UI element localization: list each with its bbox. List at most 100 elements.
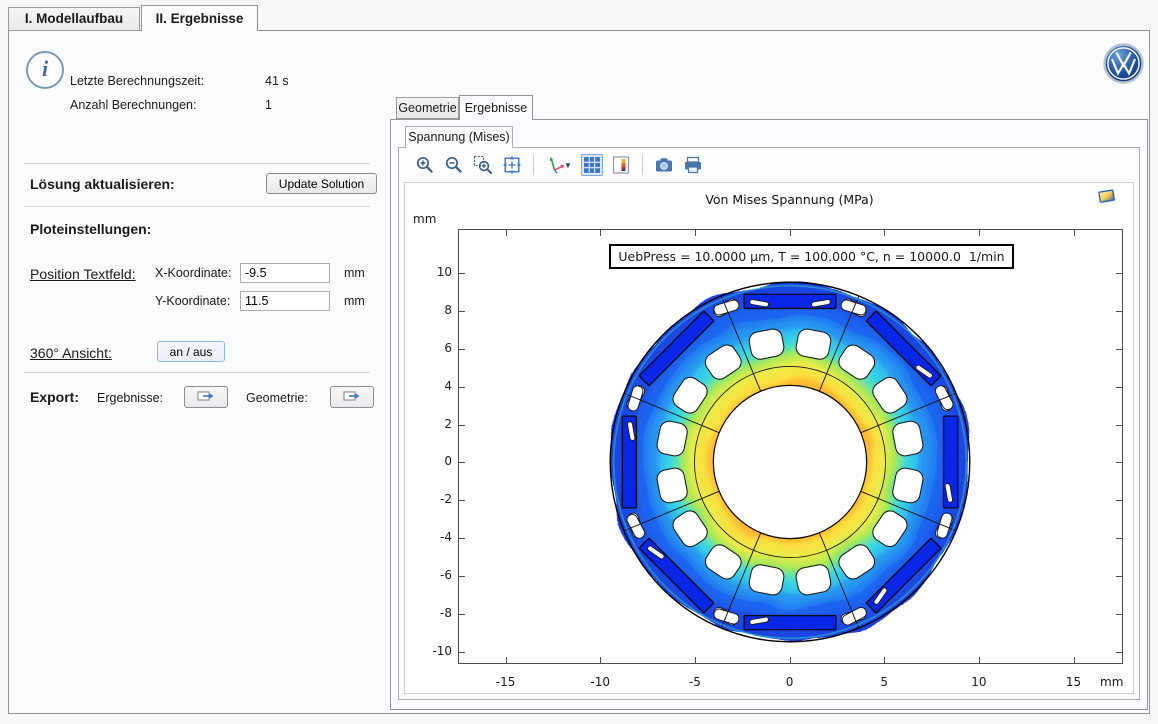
y-coordinate-input[interactable] — [240, 291, 330, 311]
view-360-label: 360° Ansicht: — [30, 345, 112, 361]
plot-toolbar: ▼ — [406, 151, 704, 179]
view-360-toggle-button[interactable]: an / aus — [157, 341, 225, 362]
x-coordinate-input[interactable] — [240, 263, 330, 283]
last-computation-time-label: Letzte Berechnungszeit: — [70, 74, 204, 88]
export-results-label: Ergebnisse: — [97, 391, 163, 405]
vw-logo — [1103, 43, 1144, 84]
x-tick-label: -5 — [680, 675, 710, 689]
export-icon — [343, 389, 361, 403]
textfield-position-label: Position Textfeld: — [30, 266, 136, 282]
y-tick-label: 0 — [416, 454, 452, 468]
rotor-stress-plot — [597, 269, 983, 655]
print-button[interactable] — [682, 154, 704, 176]
y-tick-label: -10 — [416, 644, 452, 658]
computation-count-value: 1 — [265, 98, 272, 112]
y-tick-label: 6 — [416, 341, 452, 355]
x-tick — [695, 657, 696, 663]
y-tick — [459, 462, 465, 463]
zoom-extents-icon — [502, 155, 522, 175]
color-legend-icon — [611, 155, 631, 175]
x-tick — [979, 230, 980, 236]
graphics-canvas[interactable]: Von Mises Spannung (MPa) -15-10-50510151… — [404, 182, 1134, 694]
y-tick — [459, 538, 465, 539]
y-tick — [1116, 538, 1122, 539]
tab-geometrie[interactable]: Geometrie — [396, 97, 459, 119]
y-tick — [1116, 273, 1122, 274]
y-tick — [1116, 576, 1122, 577]
plot-axes: -15-10-50510151086420-2-4-6-8-10mmmmUebP… — [458, 229, 1123, 664]
x-tick — [1074, 230, 1075, 236]
x-tick — [600, 657, 601, 663]
zoom-extents-button[interactable] — [501, 154, 523, 176]
info-icon: i — [26, 51, 64, 89]
x-tick — [790, 657, 791, 663]
divider — [24, 206, 370, 207]
x-tick-label: 15 — [1059, 675, 1089, 689]
tab-ergebnisse[interactable]: II. Ergebnisse — [141, 5, 258, 31]
toolbar-separator — [642, 155, 643, 175]
export-geometry-button[interactable] — [330, 386, 374, 408]
zoom-box-icon — [473, 155, 493, 175]
tab-spannung-mises[interactable]: Spannung (Mises) — [405, 126, 513, 148]
y-tick — [459, 273, 465, 274]
update-solution-button[interactable]: Update Solution — [266, 173, 377, 194]
y-tick-label: -2 — [416, 492, 452, 506]
snapshot-button[interactable] — [653, 154, 675, 176]
default-view-button[interactable]: ▼ — [544, 154, 574, 176]
x-tick — [790, 230, 791, 236]
y-coordinate-unit: mm — [344, 294, 365, 308]
y-tick — [459, 500, 465, 501]
tab-ergebnisse-plot[interactable]: Ergebnisse — [459, 95, 533, 120]
chevron-down-icon: ▼ — [564, 161, 572, 170]
zoom-box-button[interactable] — [472, 154, 494, 176]
x-axis-unit: mm — [1100, 675, 1123, 689]
y-tick-label: -4 — [416, 530, 452, 544]
computation-count-label: Anzahl Berechnungen: — [70, 98, 196, 112]
zoom-in-icon — [415, 155, 435, 175]
app-window: I. Modellaufbau II. Ergebnisse i Letzte … — [0, 0, 1158, 724]
export-geometry-label: Geometrie: — [246, 391, 308, 405]
y-tick — [459, 311, 465, 312]
y-tick — [1116, 500, 1122, 501]
default-view-axes-icon — [546, 155, 566, 175]
zoom-in-button[interactable] — [414, 154, 436, 176]
y-tick — [459, 576, 465, 577]
x-coordinate-unit: mm — [344, 266, 365, 280]
y-tick — [1116, 462, 1122, 463]
x-tick-label: 10 — [964, 675, 994, 689]
x-tick-label: 5 — [869, 675, 899, 689]
x-tick-label: -10 — [585, 675, 615, 689]
x-tick — [884, 230, 885, 236]
x-tick — [506, 657, 507, 663]
y-tick — [1116, 652, 1122, 653]
x-tick — [506, 230, 507, 236]
y-tick-label: 10 — [416, 265, 452, 279]
y-tick — [1116, 425, 1122, 426]
x-tick — [979, 657, 980, 663]
x-tick — [884, 657, 885, 663]
y-tick-label: -6 — [416, 568, 452, 582]
color-legend-toggle-button[interactable] — [610, 154, 632, 176]
plot-annotation: UebPress = 10.0000 μm, T = 100.000 °C, n… — [609, 244, 1014, 269]
y-tick-label: 4 — [416, 379, 452, 393]
vw-logo-icon — [1103, 43, 1144, 84]
grid-icon — [583, 156, 601, 174]
toolbar-separator — [533, 155, 534, 175]
y-tick — [459, 425, 465, 426]
y-tick — [459, 349, 465, 350]
export-results-button[interactable] — [184, 386, 228, 408]
last-computation-time-value: 41 s — [265, 74, 289, 88]
zoom-out-button[interactable] — [443, 154, 465, 176]
x-tick — [695, 230, 696, 236]
x-tick-label: -15 — [491, 675, 521, 689]
tab-modellaufbau[interactable]: I. Modellaufbau — [8, 7, 140, 31]
grid-toggle-button[interactable] — [581, 154, 603, 176]
y-axis-unit: mm — [413, 212, 436, 226]
plot-title: Von Mises Spannung (MPa) — [458, 192, 1121, 207]
divider — [24, 372, 370, 373]
update-solution-heading: Lösung aktualisieren: — [30, 176, 175, 192]
plot-settings-heading: Ploteinstellungen: — [30, 221, 151, 237]
y-tick-label: 8 — [416, 303, 452, 317]
y-tick — [459, 614, 465, 615]
y-tick — [1116, 311, 1122, 312]
